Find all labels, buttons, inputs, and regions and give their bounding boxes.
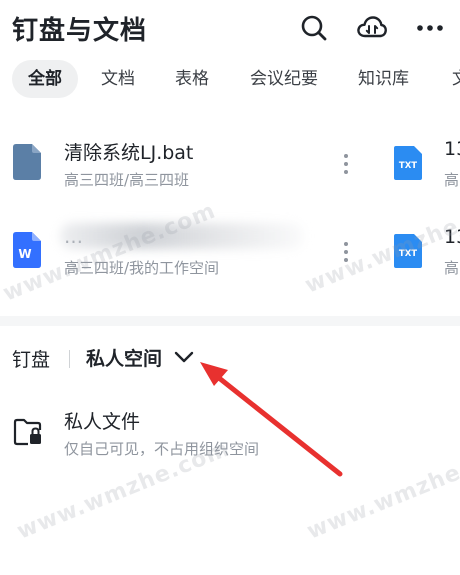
tab-all[interactable]: 全部	[12, 60, 78, 98]
space-selector-label: 私人空间	[86, 347, 163, 370]
chevron-down-icon	[174, 351, 194, 363]
file-icon	[13, 144, 41, 180]
page-title: 钉盘与文档	[12, 16, 148, 46]
folder-name: 私人文件	[64, 411, 141, 433]
cloud-sync-button[interactable]	[356, 12, 388, 44]
filter-tabs: 全部 文档 表格 会议纪要 知识库 文	[0, 60, 460, 98]
tab-more-partial[interactable]: 文	[452, 60, 460, 98]
more-icon	[417, 25, 443, 31]
drive-bar: 钉盘 私人空间	[0, 338, 460, 378]
drive-label: 钉盘	[12, 349, 51, 371]
space-selector[interactable]: 私人空间	[86, 340, 194, 374]
section-divider	[0, 316, 460, 326]
file-path: 高三四班/高三四班	[64, 171, 190, 189]
more-button[interactable]	[414, 12, 446, 44]
drive-separator	[69, 350, 70, 368]
tab-sheets[interactable]: 表格	[175, 60, 209, 98]
file-name: 清除系统LJ.bat	[64, 142, 194, 164]
txt-file-icon: TXT	[394, 146, 422, 180]
header: 钉盘与文档	[0, 0, 460, 56]
file-path-peek: 高	[444, 171, 460, 189]
tab-docs[interactable]: 文档	[101, 60, 135, 98]
list-item[interactable]: 清除系统LJ.bat 高三四班/高三四班 TXT 13 高	[0, 124, 460, 204]
file-path-peek: 高	[444, 259, 460, 277]
file-more-button[interactable]	[336, 152, 356, 176]
file-name-peek: 13	[444, 138, 460, 160]
cloud-sync-icon	[357, 16, 387, 38]
search-button[interactable]	[298, 12, 330, 44]
locked-folder-icon	[13, 418, 42, 446]
tab-knowledge-base[interactable]: 知识库	[358, 60, 409, 98]
word-doc-icon: W	[13, 232, 41, 268]
search-icon	[301, 15, 327, 41]
tab-meeting-notes[interactable]: 会议纪要	[250, 60, 318, 98]
svg-text:TXT: TXT	[399, 161, 417, 171]
folder-item[interactable]: 私人文件 仅自己可见，不占用组织空间	[0, 396, 460, 476]
svg-text:W: W	[18, 247, 31, 261]
